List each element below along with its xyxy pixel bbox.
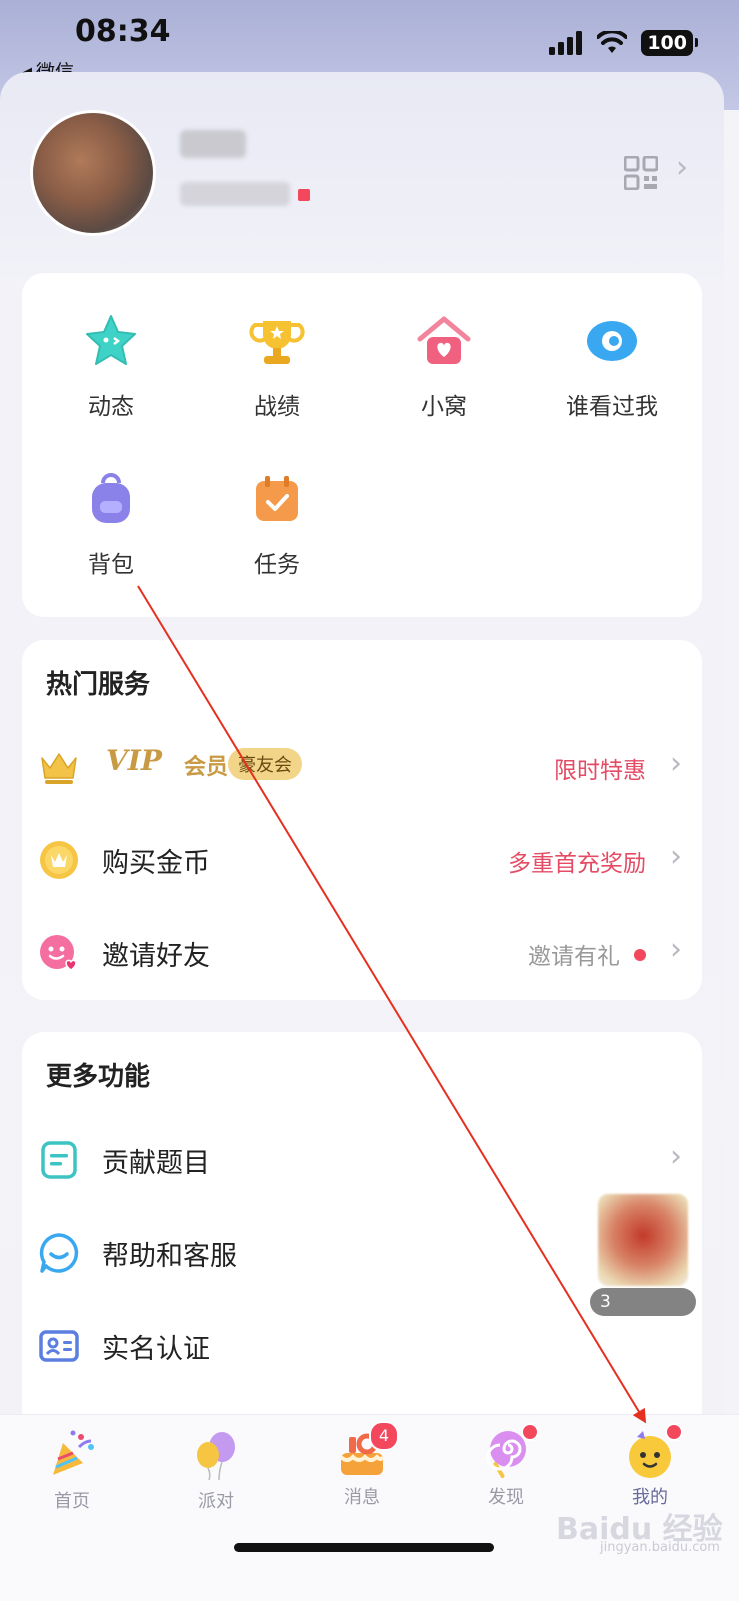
- chevron-right-icon: ›: [670, 746, 682, 781]
- real-name-label: 实名认证: [102, 1334, 210, 1365]
- status-time: 08:34: [75, 14, 171, 49]
- contribute-label: 贡献题目: [102, 1148, 210, 1179]
- grid-item-dynamics[interactable]: 动态: [26, 313, 196, 421]
- vip-word: VIP: [106, 744, 162, 777]
- balloons-icon: [197, 1432, 235, 1481]
- party-popper-icon: [53, 1430, 94, 1475]
- floating-widget[interactable]: 3: [590, 1194, 696, 1322]
- floating-widget-label: 3: [590, 1288, 696, 1316]
- battery-indicator: 100: [641, 30, 698, 56]
- wifi-icon: [597, 31, 628, 53]
- invite-promo: 邀请有礼: [528, 937, 646, 971]
- house-icon: [417, 316, 471, 364]
- qr-code-icon[interactable]: [624, 156, 658, 190]
- note-icon: [41, 1141, 77, 1179]
- crown-icon: [41, 753, 77, 784]
- tab-label: 发现: [488, 1487, 524, 1508]
- grid-label: 动态: [88, 394, 134, 420]
- calendar-check-icon: [256, 476, 298, 521]
- vip-promo: 限时特惠: [554, 758, 646, 784]
- grid-item-record[interactable]: 战绩: [192, 313, 362, 421]
- backpack-icon: [92, 473, 130, 523]
- chevron-right-icon: ›: [670, 839, 682, 874]
- grid-item-backpack[interactable]: 背包: [26, 471, 196, 579]
- grid-label: 任务: [254, 552, 300, 578]
- contribute-questions-row[interactable]: 贡献题目 ›: [22, 1125, 702, 1195]
- message-count-badge: 4: [369, 1421, 399, 1451]
- help-label: 帮助和客服: [102, 1241, 237, 1272]
- headset-icon: [39, 1233, 79, 1273]
- tab-mine[interactable]: 我的: [600, 1423, 700, 1509]
- tab-mine-icon-wrap: [623, 1423, 683, 1481]
- trophy-icon: [249, 321, 305, 364]
- avatar[interactable]: [30, 110, 156, 236]
- floating-widget-image: [598, 1194, 688, 1286]
- tab-messages[interactable]: 4 消息: [312, 1421, 412, 1509]
- hot-services-card: 热门服务 VIP 会员 豪友会 限时特惠 › 购买金币 多重首充奖励 › 邀请好…: [22, 640, 702, 1000]
- tab-messages-icon-wrap: 4: [335, 1421, 399, 1481]
- grid-item-tasks[interactable]: 任务: [192, 471, 362, 579]
- tab-party[interactable]: 派对: [166, 1427, 266, 1513]
- signal-icon: [549, 31, 583, 55]
- buy-coins-promo: 多重首充奖励: [508, 851, 646, 877]
- tab-label: 消息: [344, 1487, 380, 1508]
- section-title-more: 更多功能: [46, 1062, 151, 1092]
- smile-heart-icon: [40, 935, 77, 971]
- grid-item-nest[interactable]: 小窝: [359, 313, 529, 421]
- profile-chevron-icon[interactable]: ›: [676, 150, 688, 185]
- vip-sub: 会员: [184, 755, 229, 780]
- grid-label: 小窝: [421, 394, 467, 420]
- vip-row[interactable]: VIP 会员 豪友会 限时特惠 ›: [22, 732, 702, 802]
- username-blurred: [180, 130, 246, 158]
- grid-item-visitors[interactable]: 谁看过我: [527, 313, 697, 421]
- tab-home[interactable]: 首页: [22, 1427, 122, 1513]
- invite-friends-row[interactable]: 邀请好友 邀请有礼 ›: [22, 918, 702, 988]
- tab-discover-icon-wrap: [479, 1423, 539, 1481]
- tab-discover[interactable]: 发现: [456, 1423, 556, 1509]
- notification-dot: [634, 949, 646, 961]
- grid-label: 谁看过我: [566, 394, 658, 420]
- system-icons: 100: [549, 30, 698, 56]
- chevron-right-icon: ›: [670, 1139, 682, 1174]
- level-blurred: [180, 182, 290, 206]
- tab-label: 首页: [54, 1491, 90, 1512]
- star-icon: [86, 315, 136, 365]
- profile-header[interactable]: ›: [0, 110, 724, 250]
- watermark-url: jingyan.baidu.com: [600, 1540, 720, 1555]
- chevron-right-icon: ›: [670, 932, 682, 967]
- eye-icon: [587, 321, 637, 361]
- mine-notification-dot: [665, 1423, 683, 1441]
- buy-coins-row[interactable]: 购买金币 多重首充奖励 ›: [22, 825, 702, 895]
- quick-grid-card: 动态 战绩 小窝 谁看过我 背包 任务: [22, 273, 702, 617]
- invite-promo-text: 邀请有礼: [528, 944, 620, 970]
- vip-badge: 豪友会: [228, 748, 302, 780]
- grid-label: 战绩: [254, 394, 300, 420]
- level-badge-dot: [298, 189, 310, 201]
- home-indicator: [234, 1543, 494, 1552]
- grid-label: 背包: [88, 552, 134, 578]
- invite-label: 邀请好友: [102, 941, 210, 972]
- coin-icon: [40, 841, 78, 879]
- id-card-icon: [39, 1330, 79, 1362]
- buy-coins-label: 购买金币: [102, 848, 210, 879]
- discover-notification-dot: [521, 1423, 539, 1441]
- section-title-hot: 热门服务: [46, 670, 151, 700]
- tab-label: 派对: [198, 1491, 234, 1512]
